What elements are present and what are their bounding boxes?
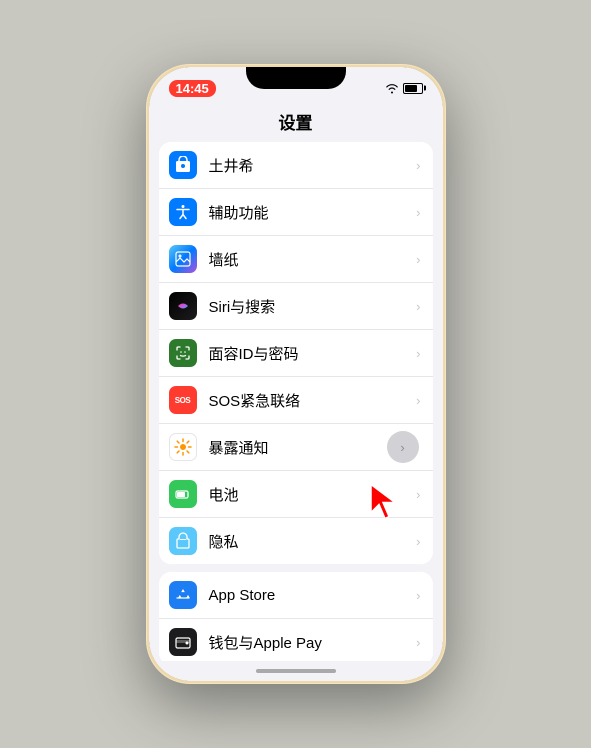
settings-item-accessibility[interactable]: 辅助功能 › [159,189,433,236]
privacy-label: 隐私 [209,531,413,552]
home-indicator-area [149,661,443,681]
wallpaper-label: 墙纸 [209,249,413,270]
settings-item-tujihui[interactable]: 土井希 › [159,142,433,189]
privacy-chevron: › [416,534,420,549]
status-bar: 14:45 [149,67,443,103]
settings-group-1: 土井希 › 辅助功能 › 墙纸 [159,142,433,564]
siri-chevron: › [416,299,420,314]
page-title: 设置 [149,103,443,142]
settings-item-faceid[interactable]: 面容ID与密码 › [159,330,433,377]
wallpaper-icon [169,245,197,273]
wallet-label: 钱包与Apple Pay [209,632,413,653]
tujihui-label: 土井希 [209,155,413,176]
sos-icon: SOS [169,386,197,414]
privacy-icon [169,527,197,555]
siri-icon [169,292,197,320]
accessibility-label: 辅助功能 [209,202,413,223]
home-indicator [256,669,336,673]
status-time: 14:45 [169,80,216,97]
exposure-gray-circle[interactable]: › [387,431,419,463]
status-icons [385,83,423,94]
battery-icon [403,83,423,94]
settings-item-privacy[interactable]: 隐私 › [159,518,433,564]
appstore-chevron: › [416,588,420,603]
phone-screen: 14:45 设置 [149,67,443,681]
wifi-icon [385,83,399,94]
sos-chevron: › [416,393,420,408]
wallet-icon [169,628,197,656]
battery-fill [405,85,418,92]
notch [246,67,346,89]
phone-frame: 14:45 设置 [146,64,446,684]
accessibility-chevron: › [416,205,420,220]
settings-item-exposure[interactable]: 暴露通知 › [159,424,433,471]
settings-item-siri[interactable]: Siri与搜索 › [159,283,433,330]
wallpaper-chevron: › [416,252,420,267]
siri-label: Siri与搜索 [209,296,413,317]
accessibility-icon [169,198,197,226]
settings-scroll[interactable]: 土井希 › 辅助功能 › 墙纸 [149,142,443,661]
settings-item-wallet[interactable]: 钱包与Apple Pay › [159,619,433,661]
settings-item-battery[interactable]: 电池 › [159,471,433,518]
settings-item-wallpaper[interactable]: 墙纸 › [159,236,433,283]
appstore-label: App Store [209,587,413,604]
tujihui-chevron: › [416,158,420,173]
settings-item-appstore[interactable]: App Store › [159,572,433,619]
battery-item-icon [169,480,197,508]
faceid-icon [169,339,197,367]
faceid-chevron: › [416,346,420,361]
battery-chevron: › [416,487,420,502]
tujihui-icon [169,151,197,179]
faceid-label: 面容ID与密码 [209,343,413,364]
appstore-icon [169,581,197,609]
screen-content: 14:45 设置 [149,67,443,681]
settings-group-2: App Store › 钱包与Apple Pay › [159,572,433,661]
settings-item-sos[interactable]: SOS SOS紧急联络 › [159,377,433,424]
battery-label: 电池 [209,484,413,505]
wallet-chevron: › [416,635,420,650]
sos-label: SOS紧急联络 [209,390,413,411]
exposure-icon [169,433,197,461]
